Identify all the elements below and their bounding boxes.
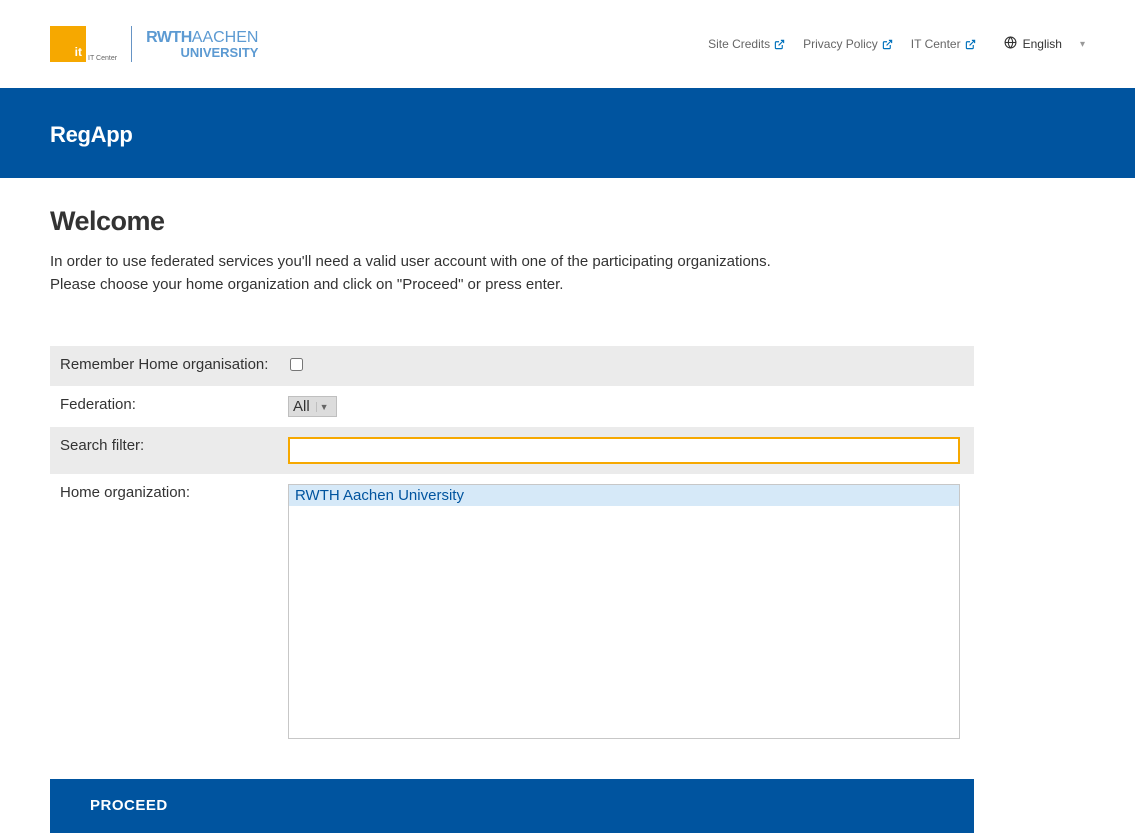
label-remember: Remember Home organisation: <box>60 356 288 376</box>
logo-group: it IT Center RWTHAACHEN UNIVERSITY <box>50 26 258 62</box>
site-credits-link[interactable]: Site Credits <box>708 37 785 51</box>
row-home-org: Home organization: RWTH Aachen Universit… <box>50 474 974 749</box>
row-search: Search filter: <box>50 427 974 474</box>
app-banner: RegApp <box>0 88 1135 178</box>
top-links: Site Credits Privacy Policy IT Center En… <box>708 36 1085 52</box>
chevron-down-icon: ▼ <box>316 402 332 412</box>
label-federation: Federation: <box>60 396 288 417</box>
logo-divider <box>131 26 132 62</box>
federation-select[interactable]: All ▼ <box>288 396 337 417</box>
discovery-form: Remember Home organisation: Federation: … <box>50 346 974 833</box>
label-home-org: Home organization: <box>60 484 288 501</box>
row-remember: Remember Home organisation: <box>50 346 974 386</box>
list-item[interactable]: RWTH Aachen University <box>289 485 959 506</box>
top-bar: it IT Center RWTHAACHEN UNIVERSITY Site … <box>0 0 1135 88</box>
rwth-logo: RWTHAACHEN UNIVERSITY <box>146 30 258 59</box>
page-title: Welcome <box>50 206 1085 237</box>
it-center-label: IT Center <box>88 55 117 62</box>
language-selector[interactable]: English ▾ <box>1004 36 1085 52</box>
remember-checkbox[interactable] <box>290 358 303 371</box>
globe-icon <box>1004 36 1017 52</box>
main-content: Welcome In order to use federated servic… <box>0 178 1135 833</box>
external-link-icon <box>882 39 893 50</box>
chevron-down-icon: ▾ <box>1080 39 1085 50</box>
it-center-link[interactable]: IT Center <box>911 37 976 51</box>
label-search: Search filter: <box>60 437 288 464</box>
proceed-button[interactable]: PROCEED <box>50 779 974 833</box>
it-center-logo-icon: it <box>50 26 86 62</box>
row-federation: Federation: All ▼ <box>50 386 974 427</box>
external-link-icon <box>774 39 785 50</box>
home-org-listbox[interactable]: RWTH Aachen University <box>288 484 960 739</box>
privacy-policy-link[interactable]: Privacy Policy <box>803 37 893 51</box>
search-input[interactable] <box>288 437 960 464</box>
external-link-icon <box>965 39 976 50</box>
intro-text: In order to use federated services you'l… <box>50 251 1085 296</box>
app-title: RegApp <box>50 122 1085 148</box>
